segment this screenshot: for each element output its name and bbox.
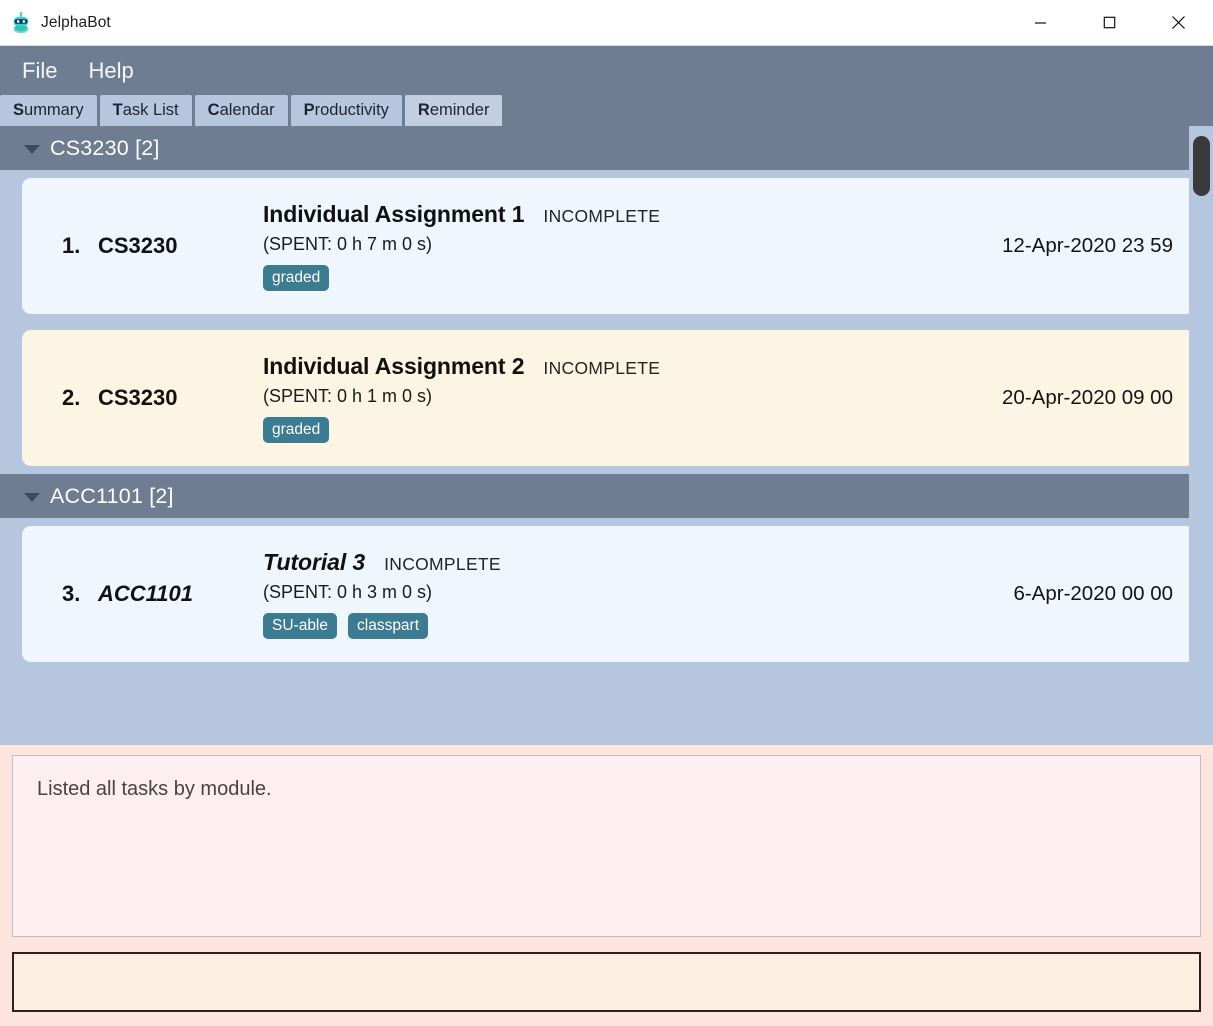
task-time-spent: (SPENT: 0 h 1 m 0 s) [263,385,433,406]
task-status: INCOMPLETE [543,357,661,378]
tab-task-list[interactable]: Task List [99,95,192,126]
task-card[interactable]: 2. CS3230 Individual Assignment 2 INCOMPLET… [22,330,1195,466]
task-scroll-area: CS3230 [2] 1. CS3230 Individual Assignment … [0,126,1213,745]
task-tag[interactable]: classpart [348,612,429,640]
menu-bar: File Help [0,46,1213,95]
task-card-wrapper: 1. CS3230 Individual Assignment 1 INCOMPLET… [0,170,1213,322]
tab-label: roductivity [314,101,389,119]
title-bar-left: JelphaBot [0,11,111,34]
task-card-wrapper: 3. ACC1101 Tutorial 3 INCOMPLETE (SPENT: 0 h… [0,518,1213,670]
tab-label: alendar [219,101,275,119]
task-time-spent: (SPENT: 0 h 3 m 0 s) [263,581,433,602]
tab-label: ask List [122,101,179,119]
tab-reminder[interactable]: Reminder [404,95,503,126]
task-body: Tutorial 3 INCOMPLETE (SPENT: 0 h 3 m 0 s)… [263,549,995,640]
bottom-spacer [12,937,1201,952]
task-module: CS3230 [98,385,178,410]
tab-mnemonic: S [13,101,25,119]
chevron-down-icon[interactable] [24,144,40,154]
task-deadline: 6-Apr-2020 00 00 [1013,582,1173,605]
task-body: Individual Assignment 2 INCOMPLETE (SPENT:… [263,353,984,444]
task-title: Tutorial 3 [263,548,366,575]
window-title: JelphaBot [41,13,111,31]
task-tag[interactable]: graded [263,264,330,292]
task-group: CS3230 [2] 1. CS3230 Individual Assignment … [0,126,1213,474]
task-index: 2. [62,385,81,410]
task-title-row: Individual Assignment 2 INCOMPLETE [263,353,984,380]
tab-bar: Summary Task List Calendar Productivity Remi… [0,95,1213,126]
group-header[interactable]: CS3230 [2] [0,126,1213,170]
task-title: Individual Assignment 2 [263,352,525,379]
menu-item-file[interactable]: File [22,59,57,82]
result-display-box: Listed all tasks by module. [12,755,1201,937]
task-tag[interactable]: SU-able [263,612,337,640]
result-text: Listed all tasks by module. [37,778,272,800]
command-input[interactable] [12,952,1201,1012]
task-group: ACC1101 [2] 3. ACC1101 Tutorial 3 INCOMPLETE… [0,474,1213,670]
close-button[interactable] [1144,0,1213,46]
scrollbar-thumb[interactable] [1193,136,1210,196]
task-body: Individual Assignment 1 INCOMPLETE (SPENT:… [263,201,984,292]
robot-icon [10,11,32,34]
minimize-button[interactable] [1006,0,1075,46]
task-status: INCOMPLETE [543,205,661,226]
task-title-row: Individual Assignment 1 INCOMPLETE [263,201,984,228]
task-title-row: Tutorial 3 INCOMPLETE [263,549,995,576]
tab-label: eminder [429,101,490,119]
group-header[interactable]: ACC1101 [2] [0,474,1213,518]
task-status: INCOMPLETE [384,553,501,574]
task-tags: graded [263,264,984,292]
app-window: JelphaBot File Help Summary Task List Cale… [0,0,1213,1026]
tab-mnemonic: T [112,101,123,119]
window-controls [1006,0,1213,46]
group-title: ACC1101 [2] [50,483,174,508]
chevron-down-icon[interactable] [24,492,40,502]
task-module: CS3230 [98,233,178,258]
menu-item-help[interactable]: Help [88,59,133,82]
task-card-wrapper: 2. CS3230 Individual Assignment 2 INCOMPLET… [0,322,1213,474]
maximize-button[interactable] [1075,0,1144,46]
task-time-spent: (SPENT: 0 h 7 m 0 s) [263,233,433,254]
task-index: 1. [62,233,81,258]
vertical-scrollbar[interactable] [1189,126,1213,745]
task-tags: graded [263,416,984,444]
task-index: 3. [62,581,81,606]
task-title: Individual Assignment 1 [263,200,525,227]
task-list-pane: CS3230 [2] 1. CS3230 Individual Assignment … [0,126,1213,745]
task-tag[interactable]: graded [263,416,330,444]
tab-calendar[interactable]: Calendar [194,95,288,126]
bottom-panel: Listed all tasks by module. [0,745,1213,1026]
task-deadline: 12-Apr-2020 23 59 [1002,234,1173,257]
task-deadline: 20-Apr-2020 09 00 [1002,386,1173,409]
tab-mnemonic: C [207,101,220,119]
task-card[interactable]: 3. ACC1101 Tutorial 3 INCOMPLETE (SPENT: 0 h… [22,526,1195,662]
tab-mnemonic: P [303,101,315,119]
group-title: CS3230 [2] [50,135,160,160]
tab-summary[interactable]: Summary [0,95,97,126]
task-tags: SU-able classpart [263,612,995,640]
title-bar: JelphaBot [0,0,1213,46]
tab-mnemonic: R [417,101,430,119]
tab-productivity[interactable]: Productivity [290,95,402,126]
task-card[interactable]: 1. CS3230 Individual Assignment 1 INCOMPLET… [22,178,1195,314]
task-module: ACC1101 [98,581,193,606]
tab-label: ummary [24,101,84,119]
